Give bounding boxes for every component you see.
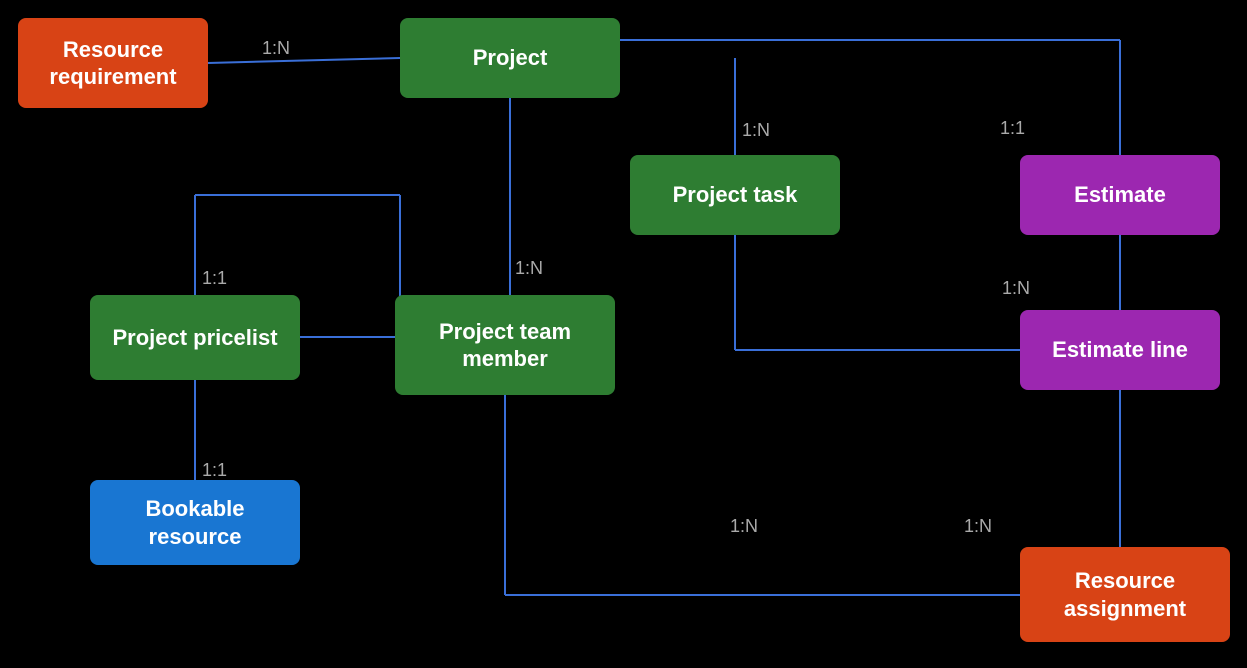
resource-assignment-node: Resource assignment — [1020, 547, 1230, 642]
project-task-node: Project task — [630, 155, 840, 235]
rel-resource-assignment-2: 1:N — [730, 516, 758, 537]
estimate-node: Estimate — [1020, 155, 1220, 235]
resource-requirement-node: Resource requirement — [18, 18, 208, 108]
rel-bookable-resource: 1:1 — [202, 460, 227, 481]
rel-estimate-line: 1:N — [1002, 278, 1030, 299]
project-team-member-node: Project team member — [395, 295, 615, 395]
rel-project-estimate: 1:1 — [1000, 118, 1025, 139]
rel-resource-assignment-1: 1:N — [964, 516, 992, 537]
rel-project-team-member: 1:N — [515, 258, 543, 279]
diagram-container: Resource requirement Project Project tas… — [0, 0, 1247, 668]
project-node: Project — [400, 18, 620, 98]
project-pricelist-node: Project pricelist — [90, 295, 300, 380]
rel-resource-req-project: 1:N — [262, 38, 290, 59]
rel-project-pricelist: 1:1 — [202, 268, 227, 289]
bookable-resource-node: Bookable resource — [90, 480, 300, 565]
estimate-line-node: Estimate line — [1020, 310, 1220, 390]
rel-project-task: 1:N — [742, 120, 770, 141]
